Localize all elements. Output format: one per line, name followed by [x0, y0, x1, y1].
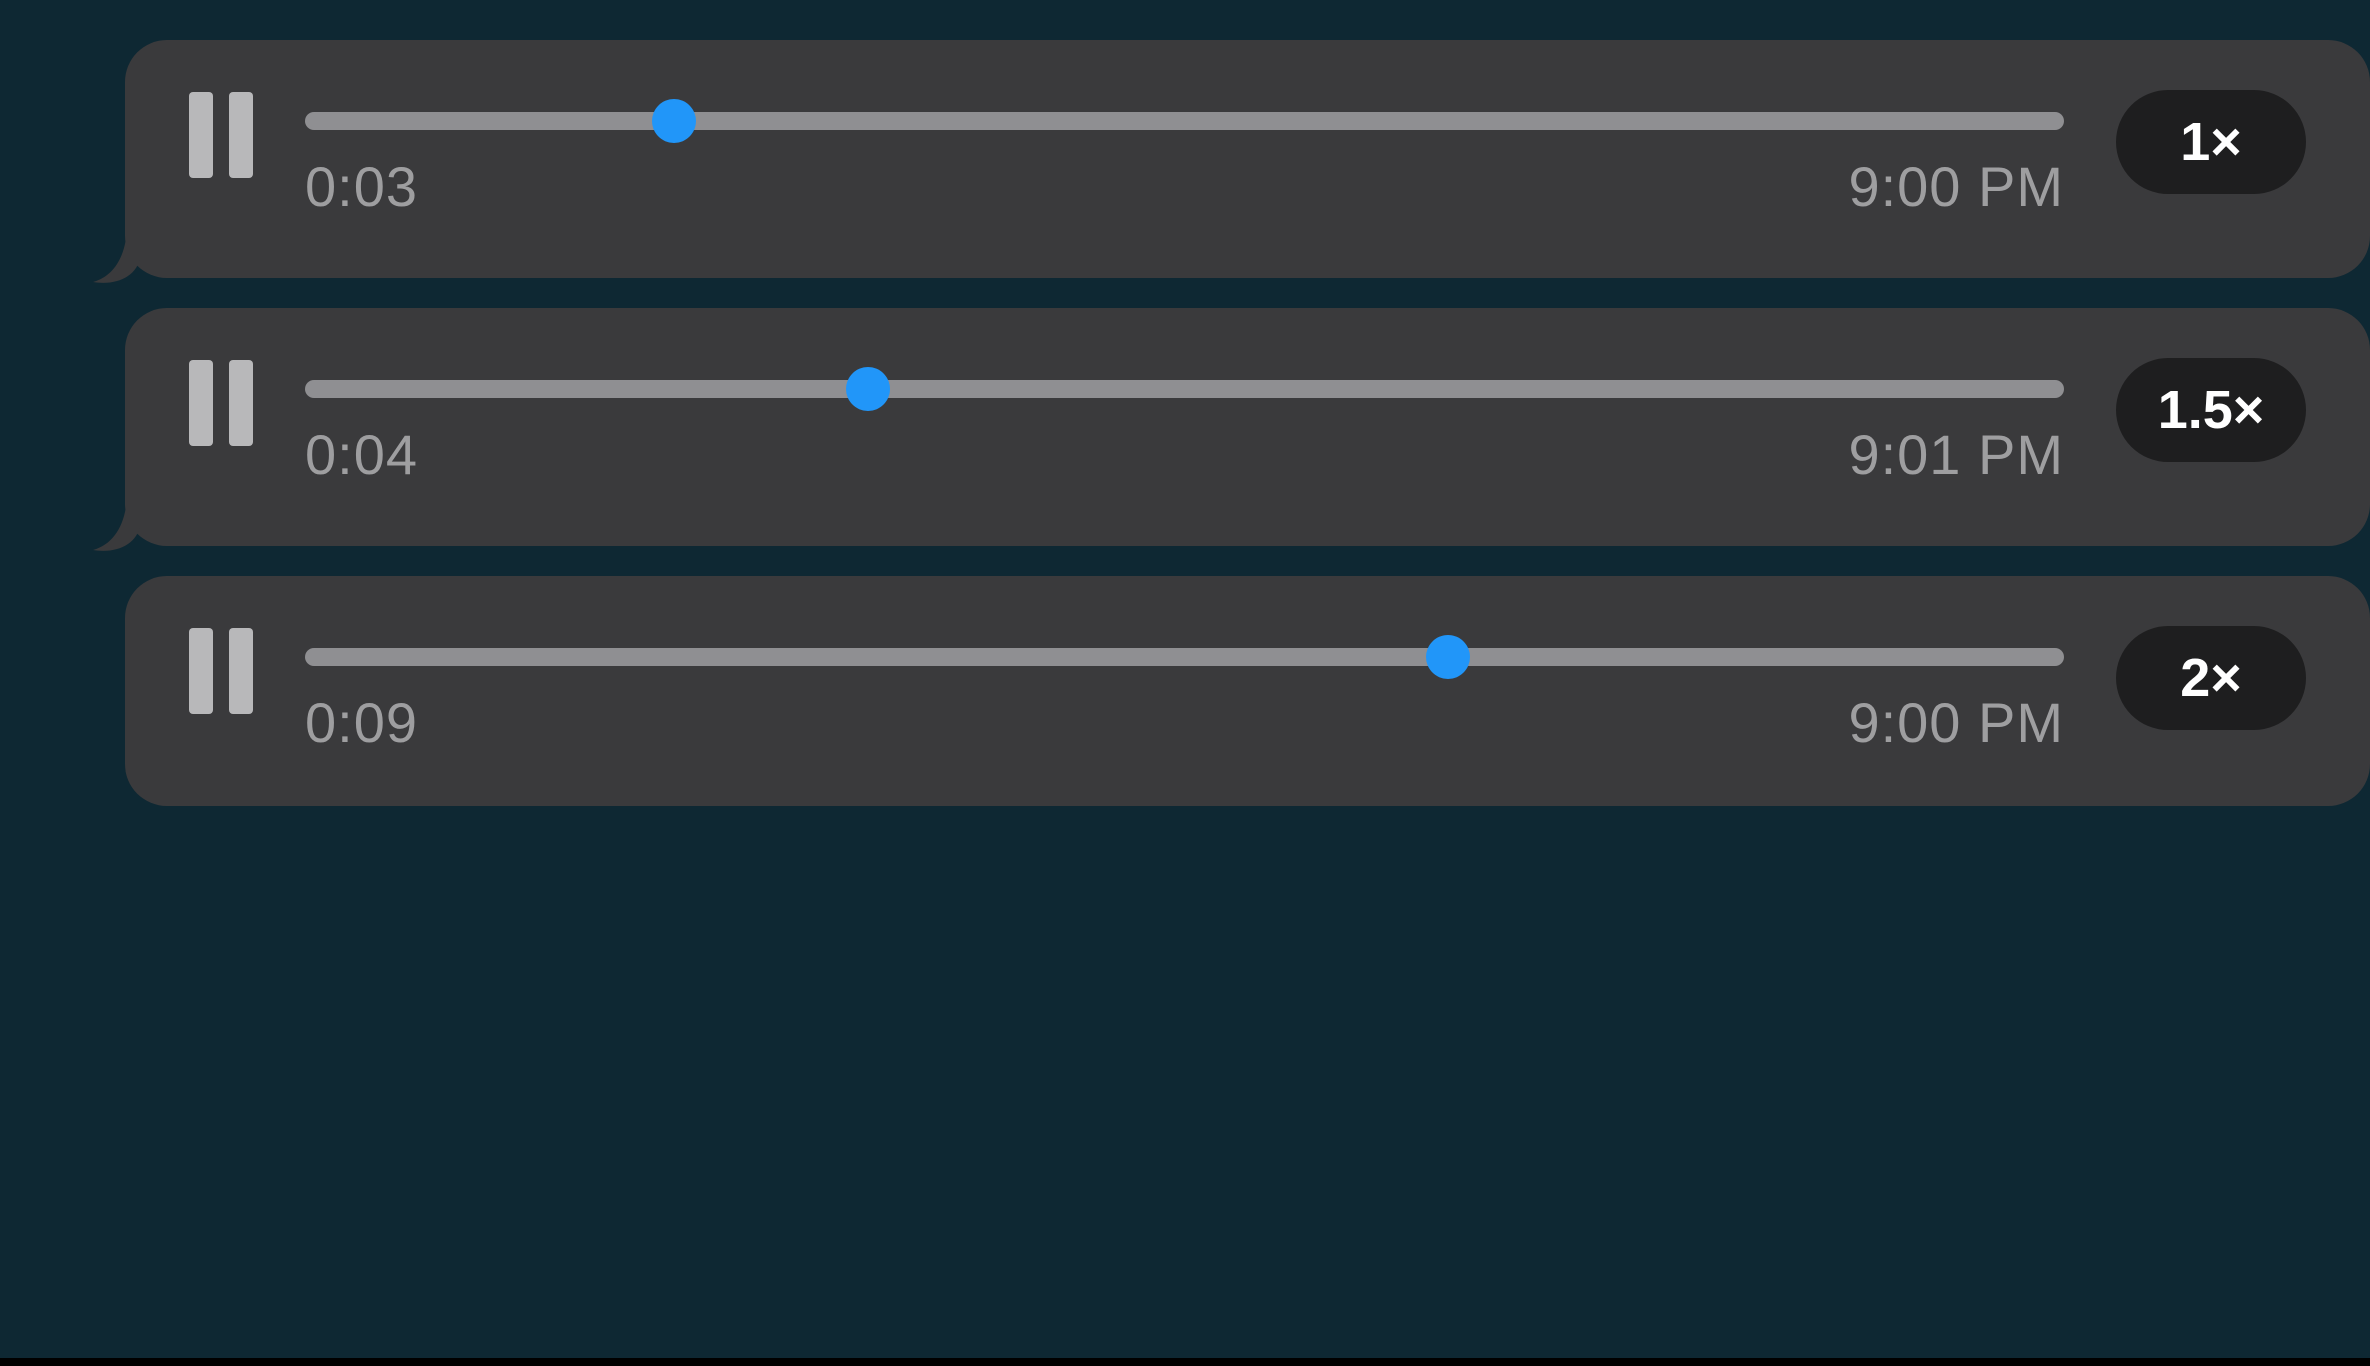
timestamp: 9:00 PM: [1848, 690, 2064, 755]
voice-message-bubble: 0:04 9:01 PM 1.5×: [125, 308, 2370, 546]
pause-button[interactable]: [189, 360, 253, 446]
time-row: 0:03 9:00 PM: [305, 154, 2064, 219]
pause-icon: [229, 628, 253, 714]
elapsed-time: 0:03: [305, 154, 418, 219]
elapsed-time: 0:09: [305, 690, 418, 755]
voice-message-row: 0:03 9:00 PM 1×: [0, 40, 2370, 278]
voice-message-bubble: 0:03 9:00 PM 1×: [125, 40, 2370, 278]
pause-icon: [189, 628, 213, 714]
playback-speed-button[interactable]: 1.5×: [2116, 358, 2306, 462]
progress-thumb[interactable]: [652, 99, 696, 143]
voice-message-row: 0:04 9:01 PM 1.5×: [0, 308, 2370, 546]
player-center: 0:04 9:01 PM: [305, 380, 2064, 487]
bubble-tail: [93, 492, 157, 552]
voice-message-row: 0:09 9:00 PM 2×: [0, 576, 2370, 806]
pause-button[interactable]: [189, 92, 253, 178]
progress-track[interactable]: [305, 380, 2064, 398]
progress-thumb[interactable]: [1426, 635, 1470, 679]
bottom-edge: [0, 1358, 2370, 1366]
pause-icon: [229, 92, 253, 178]
player-center: 0:03 9:00 PM: [305, 112, 2064, 219]
pause-icon: [189, 360, 213, 446]
bubble-tail: [93, 224, 157, 284]
pause-icon: [189, 92, 213, 178]
pause-icon: [229, 360, 253, 446]
elapsed-time: 0:04: [305, 422, 418, 487]
progress-thumb[interactable]: [846, 367, 890, 411]
playback-speed-button[interactable]: 1×: [2116, 90, 2306, 194]
progress-track[interactable]: [305, 112, 2064, 130]
timestamp: 9:00 PM: [1848, 154, 2064, 219]
progress-track[interactable]: [305, 648, 2064, 666]
bubble-tail: [125, 752, 157, 806]
time-row: 0:09 9:00 PM: [305, 690, 2064, 755]
timestamp: 9:01 PM: [1848, 422, 2064, 487]
playback-speed-button[interactable]: 2×: [2116, 626, 2306, 730]
player-center: 0:09 9:00 PM: [305, 648, 2064, 755]
pause-button[interactable]: [189, 628, 253, 714]
time-row: 0:04 9:01 PM: [305, 422, 2064, 487]
voice-message-bubble: 0:09 9:00 PM 2×: [125, 576, 2370, 806]
